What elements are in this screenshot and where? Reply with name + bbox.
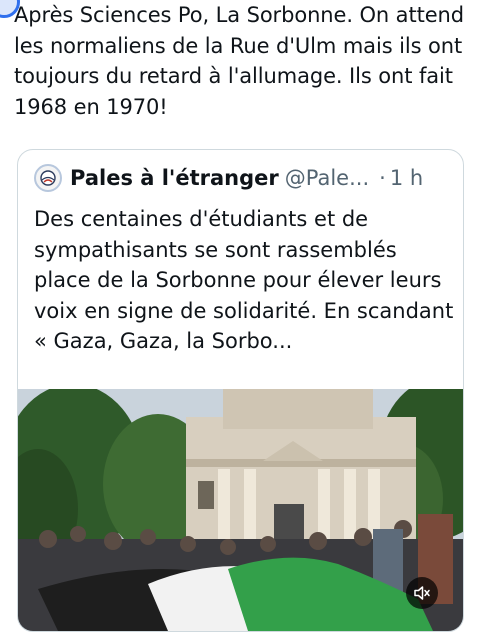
quoted-post-time[interactable]: 1 h (390, 166, 423, 190)
speaker-muted-icon[interactable] (406, 577, 438, 609)
quoted-post-video[interactable] (18, 389, 463, 631)
video-frame-image (18, 389, 463, 631)
quoted-post-text: Des centaines d'étudiants et de sympathi… (34, 207, 454, 353)
separator-dot: · (379, 166, 386, 190)
quoted-post-card[interactable]: Pales à l'étranger @Pale... · 1 h Des ce… (17, 149, 464, 632)
quoted-author-handle[interactable]: @Pale... (285, 166, 369, 190)
post-text: Après Sciences Po, La Sorbonne. On atten… (14, 3, 464, 119)
quoted-post-header: Pales à l'étranger @Pale... · 1 h (34, 164, 423, 192)
globe-logo-icon[interactable] (34, 164, 62, 192)
quoted-author-name[interactable]: Pales à l'étranger (70, 166, 279, 190)
